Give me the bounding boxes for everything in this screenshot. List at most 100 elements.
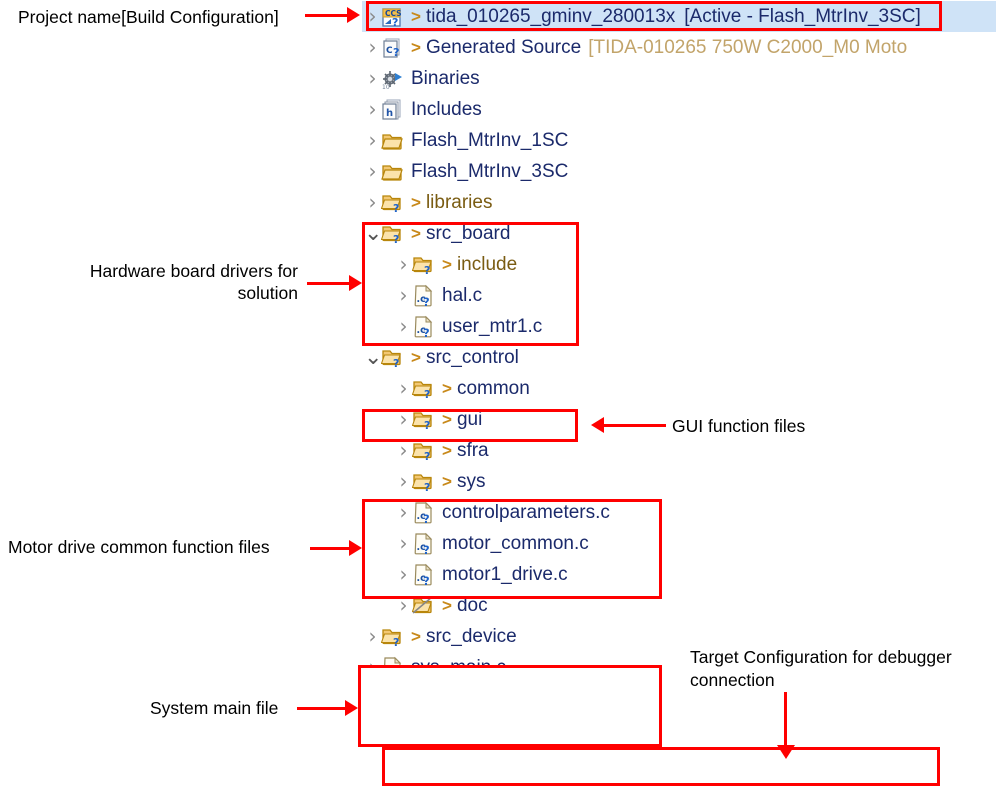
annotation-project-name: Project name[Build Configuration] bbox=[18, 7, 279, 27]
annotation-system-main-file: System main file bbox=[150, 698, 279, 718]
linked-resource-icon: > bbox=[411, 193, 421, 212]
tree-item-doc[interactable]: › > doc bbox=[362, 590, 996, 621]
arrowhead-target-config bbox=[777, 745, 795, 759]
svg-text:?: ? bbox=[423, 512, 430, 525]
svg-text:?: ? bbox=[423, 326, 430, 339]
c-file-icon: .c? bbox=[412, 315, 438, 339]
tree-item-user-mtr1-c[interactable]: › .c? user_mtr1.c bbox=[362, 311, 996, 342]
tree-item-label: src_board bbox=[425, 223, 511, 244]
tree-item-hal-c[interactable]: › .c? hal.c bbox=[362, 280, 996, 311]
tree-item-generated-source[interactable]: › C? > Generated Source [TIDA-010265 750W C2… bbox=[362, 32, 996, 63]
folder-src-icon: ? bbox=[381, 346, 407, 370]
annotation-hardware-board: Hardware board drivers for solution bbox=[68, 260, 298, 304]
annotation-gui-function-files: GUI function files bbox=[672, 416, 806, 436]
svg-text:h: h bbox=[386, 108, 393, 119]
chevron-right-icon[interactable]: › bbox=[364, 63, 381, 94]
arrowhead-motor-drive bbox=[349, 540, 362, 556]
chevron-right-icon[interactable]: › bbox=[395, 311, 412, 342]
tree-item-label: common bbox=[456, 378, 530, 399]
svg-text:?: ? bbox=[423, 295, 430, 308]
tree-item-src-board-include[interactable]: ›? > include bbox=[362, 249, 996, 280]
annotation-hardware-board-line1: Hardware board drivers for bbox=[89, 261, 298, 281]
svg-text:?: ? bbox=[393, 202, 399, 215]
c-file-icon: .c? bbox=[412, 532, 438, 556]
chevron-right-icon[interactable]: › bbox=[364, 156, 381, 187]
tree-item-src-control[interactable]: ⌄? > src_control bbox=[362, 342, 996, 373]
tree-item-flash-mtrinv-3sc[interactable]: › Flash_MtrInv_3SC bbox=[362, 156, 996, 187]
highlight-box-ccxml bbox=[382, 747, 940, 786]
chevron-right-icon[interactable]: › bbox=[395, 466, 412, 497]
chevron-right-icon[interactable]: › bbox=[395, 528, 412, 559]
svg-text:?: ? bbox=[424, 388, 430, 401]
svg-text:?: ? bbox=[393, 46, 399, 59]
tree-item-label: controlparameters.c bbox=[442, 502, 610, 523]
linked-resource-icon: > bbox=[442, 596, 452, 615]
chevron-right-icon[interactable]: › bbox=[395, 249, 412, 280]
tree-item-label: user_mtr1.c bbox=[442, 316, 543, 337]
annotation-target-config-line2: connection bbox=[690, 670, 775, 690]
c-file-icon: .c? bbox=[412, 563, 438, 587]
tree-item-label: motor1_drive.c bbox=[442, 564, 568, 585]
arrowhead-system-main bbox=[345, 700, 358, 716]
chevron-down-icon[interactable]: ⌄ bbox=[364, 222, 382, 244]
tree-item-label: sfra bbox=[456, 440, 489, 461]
tree-item-label: gui bbox=[456, 409, 483, 430]
tree-item-controlparameters-c[interactable]: › .c? controlparameters.c bbox=[362, 497, 996, 528]
annotation-motor-drive-common: Motor drive common function files bbox=[8, 537, 270, 557]
chevron-right-icon[interactable]: › bbox=[364, 621, 381, 652]
tree-item-libraries[interactable]: ›? > libraries bbox=[362, 187, 996, 218]
tree-item-includes[interactable]: › h Includes bbox=[362, 94, 996, 125]
chevron-right-icon[interactable]: › bbox=[395, 373, 412, 404]
svg-text:?: ? bbox=[423, 543, 430, 556]
linked-resource-icon: > bbox=[442, 410, 452, 429]
linked-resource-icon: > bbox=[442, 379, 452, 398]
chevron-right-icon[interactable]: › bbox=[364, 32, 381, 63]
tree-item-motor-common-c[interactable]: › .c? motor_common.c bbox=[362, 528, 996, 559]
linked-resource-icon: > bbox=[442, 441, 452, 460]
chevron-right-icon[interactable]: › bbox=[395, 435, 412, 466]
c-file-icon: .c? bbox=[412, 284, 438, 308]
folder-plain-icon bbox=[381, 129, 407, 153]
chevron-right-icon[interactable]: › bbox=[364, 187, 381, 218]
chevron-right-icon[interactable]: › bbox=[395, 280, 412, 311]
chevron-right-icon[interactable]: › bbox=[395, 559, 412, 590]
tree-item-label: Includes bbox=[411, 99, 482, 120]
folder-src-icon: ? bbox=[412, 439, 438, 463]
tree-item-flash-mtrinv-1sc[interactable]: › Flash_MtrInv_1SC bbox=[362, 125, 996, 156]
folder-src-icon: ? bbox=[381, 625, 407, 649]
chevron-down-icon[interactable]: ⌄ bbox=[364, 346, 382, 368]
chevron-right-icon[interactable]: › bbox=[395, 497, 412, 528]
svg-text:?: ? bbox=[424, 481, 430, 494]
chevron-right-icon[interactable]: › bbox=[364, 94, 381, 125]
folder-src-icon: ? bbox=[412, 470, 438, 494]
c-project-icon: C? bbox=[381, 36, 407, 60]
svg-text:?: ? bbox=[393, 636, 399, 649]
linked-resource-icon: > bbox=[442, 255, 452, 274]
includes-icon: h bbox=[381, 98, 407, 122]
tree-item-annotation: [TIDA-010265 750W C2000_M0 Moto bbox=[588, 37, 908, 58]
tree-item-motor1-drive-c[interactable]: › .c? motor1_drive.c bbox=[362, 559, 996, 590]
svg-text:?: ? bbox=[424, 264, 430, 277]
tree-item-label: src_device bbox=[425, 626, 517, 647]
chevron-right-icon[interactable]: › bbox=[364, 125, 381, 156]
tree-item-label: include bbox=[456, 254, 518, 275]
linked-resource-icon: > bbox=[411, 348, 421, 367]
chevron-right-icon[interactable]: › bbox=[395, 404, 412, 435]
tree-item-common[interactable]: ›? > common bbox=[362, 373, 996, 404]
ccs-project-icon: CCS? bbox=[381, 5, 407, 29]
tree-item-src-board[interactable]: ⌄? > src_board bbox=[362, 218, 996, 249]
highlight-box-sys-main bbox=[358, 665, 662, 747]
annotation-target-config-line1: Target Configuration for debugger bbox=[690, 647, 952, 667]
chevron-right-icon[interactable]: › bbox=[364, 1, 381, 32]
arrowhead-hardware-board bbox=[349, 275, 362, 291]
tree-item-binaries[interactable]: › 10 Binaries bbox=[362, 63, 996, 94]
tree-item-project-root[interactable]: › CCS? > tida_010265_gminv_280013x [Active -… bbox=[362, 1, 996, 32]
connector-project-name bbox=[305, 14, 347, 17]
svg-text:?: ? bbox=[393, 233, 399, 246]
tree-item-sfra[interactable]: ›? > sfra bbox=[362, 435, 996, 466]
svg-text:10: 10 bbox=[382, 84, 390, 91]
tree-item-label: Flash_MtrInv_3SC bbox=[411, 161, 569, 182]
tree-item-label: Generated Source bbox=[425, 37, 582, 58]
tree-item-sys[interactable]: ›? > sys bbox=[362, 466, 996, 497]
chevron-right-icon[interactable]: › bbox=[395, 590, 412, 621]
